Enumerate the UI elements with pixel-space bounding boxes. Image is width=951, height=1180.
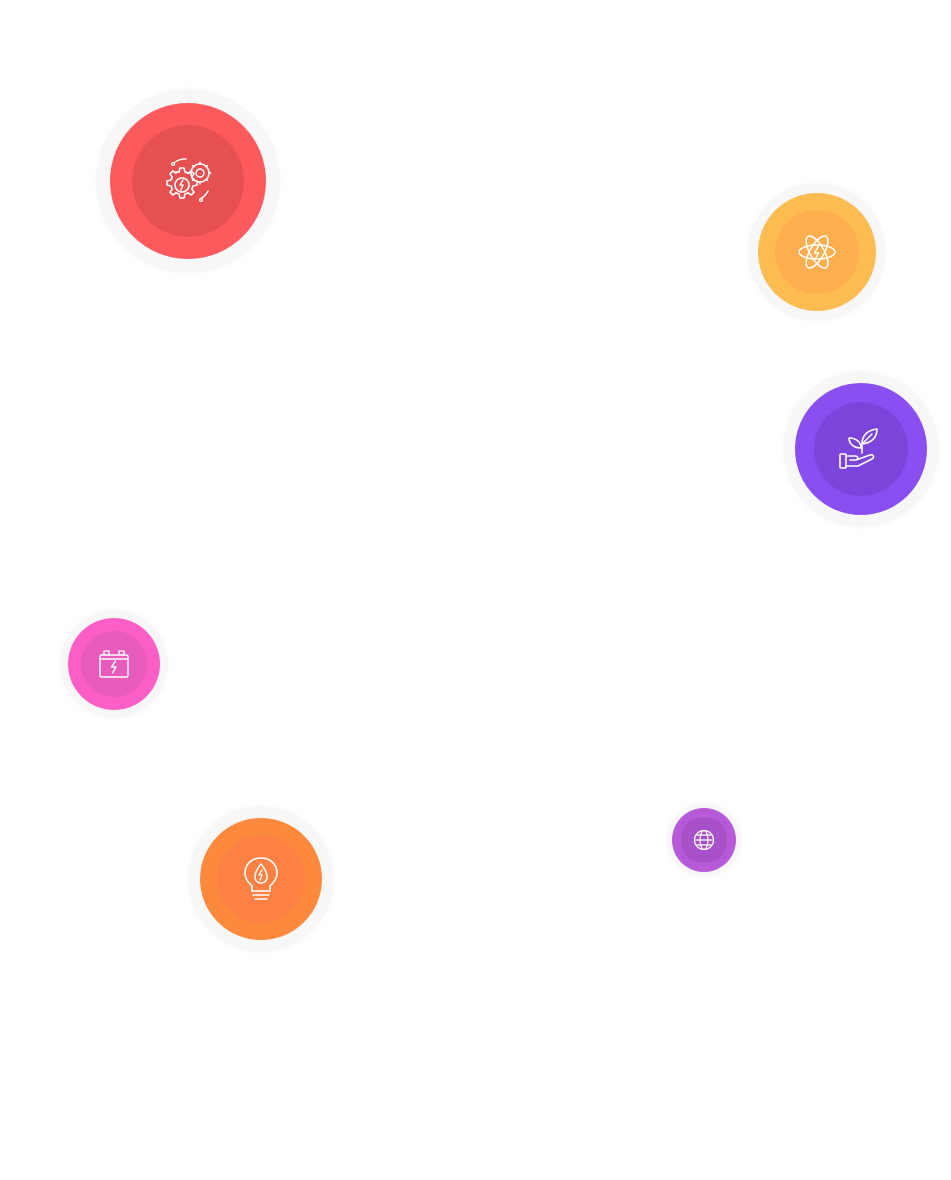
- floating-icons-canvas: [0, 0, 951, 1180]
- atom-bubble-ring: [758, 193, 876, 311]
- atom-bubble[interactable]: [748, 183, 886, 321]
- hand-plant-bubble-ring: [795, 383, 927, 515]
- gears-bubble-core: [132, 125, 244, 237]
- atom-bolt-icon: [798, 235, 836, 269]
- battery-bolt-icon: [99, 650, 129, 678]
- eco-bulb-bubble-ring: [200, 818, 322, 940]
- gears-bubble-ring: [110, 103, 266, 259]
- eco-bulb-bubble-core: [217, 835, 305, 923]
- eco-bulb-bubble[interactable]: [188, 806, 334, 952]
- battery-bubble-ring: [68, 618, 160, 710]
- eco-lightbulb-icon: [244, 857, 278, 900]
- hand-plant-bubble-core: [814, 402, 908, 496]
- battery-bubble-core: [81, 631, 147, 697]
- globe-bubble-core: [681, 817, 727, 863]
- gears-bubble[interactable]: [96, 89, 280, 273]
- atom-bubble-core: [775, 210, 859, 294]
- hand-plant-icon: [839, 428, 878, 469]
- battery-bubble[interactable]: [60, 610, 168, 718]
- globe-icon: [693, 829, 715, 851]
- gears-bolt-icon: [166, 158, 212, 202]
- hand-plant-bubble[interactable]: [783, 371, 939, 527]
- globe-bubble[interactable]: [667, 803, 741, 877]
- globe-bubble-ring: [672, 808, 736, 872]
